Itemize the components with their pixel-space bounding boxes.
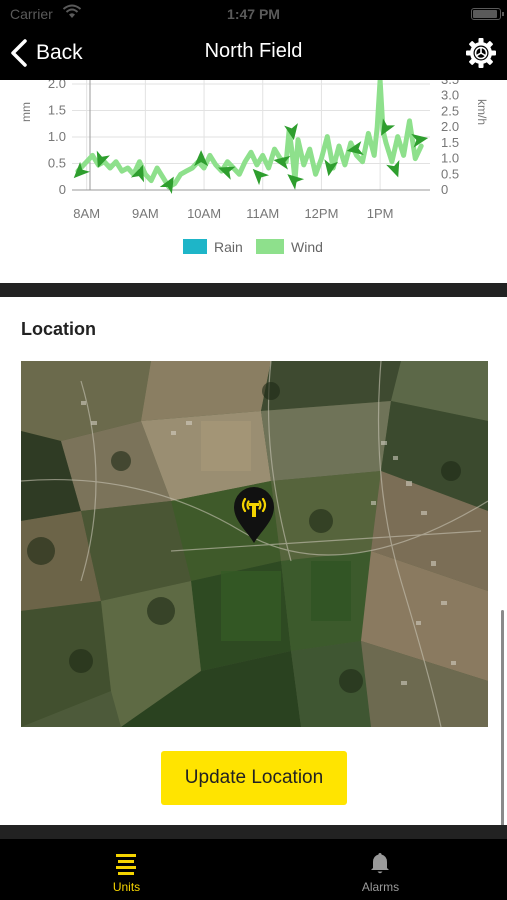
sensor-station-pin-icon[interactable] <box>232 485 276 545</box>
tab-units[interactable]: Units <box>0 839 253 900</box>
chart-series <box>75 80 424 190</box>
tab-units-label: Units <box>112 880 141 894</box>
legend-rain-label: Rain <box>214 239 243 255</box>
legend-rain-swatch <box>183 239 207 254</box>
right-tick-label: 2.5 <box>441 103 459 118</box>
battery-icon <box>471 8 504 20</box>
page-title: North Field <box>204 40 303 62</box>
update-location-button[interactable]: Update Location <box>161 751 347 805</box>
location-title: Location <box>21 319 96 339</box>
bottom-divider <box>0 825 507 839</box>
legend-wind-label: Wind <box>291 239 323 255</box>
gear-icon[interactable] <box>465 37 497 69</box>
tab-bar: Units Alarms <box>0 839 507 900</box>
right-axis-title: km/h <box>475 99 489 125</box>
right-tick-label: 0.5 <box>441 166 459 181</box>
right-tick-label: 1.0 <box>441 151 459 166</box>
weather-chart-card: 00.51.01.52.000.51.01.52.02.53.03.58AM9A… <box>0 80 507 283</box>
left-tick-label: 2.0 <box>48 80 66 91</box>
right-tick-label: 0 <box>441 182 448 197</box>
x-tick-label: 10AM <box>187 206 221 221</box>
x-tick-label: 1PM <box>367 206 394 221</box>
location-card: Location Update Location <box>0 297 507 825</box>
x-tick-label: 12PM <box>304 206 338 221</box>
rain-wind-chart: 00.51.01.52.000.51.01.52.02.53.03.58AM9A… <box>19 80 489 255</box>
x-tick-label: 8AM <box>73 206 100 221</box>
right-tick-label: 3.0 <box>441 88 459 103</box>
left-tick-label: 1.0 <box>48 129 66 144</box>
navigation-bar: Back North Field <box>0 28 507 80</box>
legend-wind-swatch <box>256 239 284 254</box>
scroll-indicator <box>501 610 504 828</box>
left-tick-label: 0.5 <box>48 156 66 171</box>
left-tick-label: 0 <box>59 182 66 197</box>
x-tick-label: 9AM <box>132 206 159 221</box>
wind-arrow-head <box>386 159 400 178</box>
status-bar: Carrier 1:47 PM <box>0 0 507 28</box>
status-time: 1:47 PM <box>227 6 280 22</box>
left-tick-label: 1.5 <box>48 103 66 118</box>
right-tick-label: 2.0 <box>441 119 459 134</box>
wind-line <box>75 80 424 190</box>
tab-alarms-label: Alarms <box>361 880 400 894</box>
list-icon <box>116 854 136 875</box>
bell-icon <box>371 853 389 874</box>
left-axis-title: mm <box>19 102 33 122</box>
chart-legend: Rain Wind <box>183 239 323 255</box>
section-divider <box>0 283 507 297</box>
satellite-map[interactable] <box>21 361 488 727</box>
x-tick-label: 11AM <box>246 206 279 221</box>
wind-arrow <box>386 159 400 178</box>
right-tick-label: 3.5 <box>441 80 459 87</box>
right-tick-label: 1.5 <box>441 135 459 150</box>
tab-alarms[interactable]: Alarms <box>254 839 507 900</box>
